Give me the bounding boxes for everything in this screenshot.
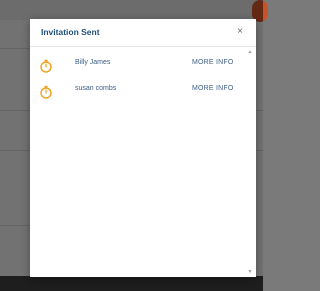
close-button[interactable]: × xyxy=(233,25,247,39)
scroll-down-arrow-icon[interactable]: ▼ xyxy=(247,269,253,275)
stopwatch-icon xyxy=(40,85,52,99)
invite-name: susan combs xyxy=(75,85,117,92)
invite-name: Billy James xyxy=(75,59,111,66)
scroll-up-arrow-icon[interactable]: ▲ xyxy=(247,49,253,55)
more-info-link[interactable]: MORE INFO xyxy=(192,85,233,92)
more-info-link[interactable]: MORE INFO xyxy=(192,59,233,66)
invite-row: Billy James MORE INFO xyxy=(30,55,246,75)
invitation-sent-dialog: Invitation Sent × Billy James MORE INFO … xyxy=(30,19,256,277)
dialog-title: Invitation Sent xyxy=(41,27,100,37)
dialog-scrollbar[interactable]: ▲ ▼ xyxy=(247,49,253,275)
stopwatch-icon xyxy=(40,59,52,73)
dialog-header: Invitation Sent × xyxy=(30,19,256,47)
invite-row: susan combs MORE INFO xyxy=(30,81,246,101)
dialog-body: Billy James MORE INFO susan combs MORE I… xyxy=(30,48,256,277)
